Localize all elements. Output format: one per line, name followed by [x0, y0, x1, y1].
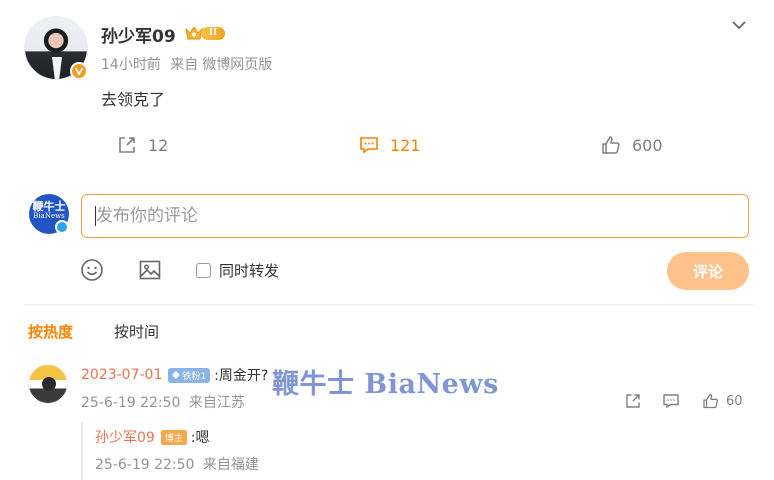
verified-blue-icon	[55, 220, 69, 234]
comment-reply-button[interactable]	[662, 390, 680, 412]
vip-badge[interactable]: II	[184, 25, 225, 41]
image-icon[interactable]	[138, 258, 162, 282]
text-caret	[95, 206, 96, 226]
reply-item: 孙少军09 博主 :嗯 25-6-19 22:50 来自福建	[81, 422, 751, 480]
repost-button[interactable]: 12	[116, 130, 168, 160]
comment-count: 121	[390, 135, 421, 155]
commenter-avatar[interactable]	[28, 364, 68, 404]
verified-badge-icon	[70, 62, 88, 80]
tab-sort-time[interactable]: 按时间	[114, 321, 159, 342]
post-meta: 14小时前 来自 微博网页版	[101, 54, 272, 74]
author-name[interactable]: 孙少军09	[101, 22, 176, 47]
source-prefix: 来自	[170, 57, 199, 73]
watermark: 鞭牛士 BiaNews	[272, 369, 499, 400]
host-badge: 博主	[160, 429, 187, 445]
comment-line: 2023-07-01 铁粉1 :周金开?	[81, 365, 268, 385]
repost-count: 12	[148, 135, 169, 155]
fan-badge[interactable]: 铁粉1	[168, 367, 211, 383]
reply-meta: 25-6-19 22:50 来自福建	[95, 454, 259, 474]
action-bar: 12 121 600	[0, 130, 774, 160]
like-button[interactable]: 600	[600, 130, 663, 160]
commenter-name[interactable]: 2023-07-01	[81, 367, 162, 383]
post-text: 去领克了	[101, 90, 166, 109]
comment-time: 25-6-19 22:50	[81, 395, 181, 411]
tab-sort-hot[interactable]: 按热度	[28, 321, 73, 342]
post-source: 微博网页版	[202, 57, 273, 73]
reply-time: 25-6-19 22:50	[95, 457, 195, 473]
post-time[interactable]: 14小时前	[101, 57, 161, 73]
comment-icon	[663, 394, 679, 409]
emoji-icon[interactable]	[80, 258, 104, 282]
comment-location: 来自江苏	[188, 395, 245, 411]
fan-badge-label: 铁粉1	[182, 371, 207, 382]
repost-checkbox[interactable]: 同时转发	[196, 260, 279, 281]
comment-text: :周金开?	[214, 368, 269, 384]
repost-icon	[119, 137, 135, 153]
reply-author-name[interactable]: 孙少军09	[95, 427, 155, 447]
comment-button[interactable]: 121	[358, 130, 421, 160]
divider	[24, 304, 754, 305]
repost-icon	[626, 394, 640, 408]
comment-icon	[360, 137, 378, 154]
comment-meta: 25-6-19 22:50 来自江苏	[81, 392, 245, 412]
comment-input[interactable]	[81, 194, 749, 238]
like-count: 600	[632, 135, 663, 155]
vip-level: II	[201, 26, 225, 40]
reply-line: 孙少军09 博主 :嗯	[95, 427, 210, 447]
comment-composer: 鞭牛士 BiaNews 同时转发 评论	[26, 192, 756, 302]
composer-tools: 同时转发 评论	[26, 252, 756, 292]
repost-checkbox-label: 同时转发	[219, 262, 280, 280]
comment-like-button[interactable]: 60	[702, 390, 743, 412]
reply-text: :嗯	[190, 430, 210, 446]
chevron-down-icon[interactable]	[730, 16, 748, 34]
diamond-icon	[172, 371, 181, 379]
comment-like-count: 60	[726, 393, 743, 409]
checkbox-box[interactable]	[196, 263, 211, 278]
reply-location: 来自福建	[202, 457, 259, 473]
submit-comment-button[interactable]: 评论	[667, 252, 749, 290]
post-header: 孙少军09 II 14小时前 来自 微博网页版	[24, 16, 754, 86]
comment-actions: 60	[624, 390, 754, 412]
comment-repost-button[interactable]	[624, 390, 642, 412]
thumbs-up-icon	[703, 393, 719, 409]
thumbs-up-icon	[602, 136, 620, 154]
